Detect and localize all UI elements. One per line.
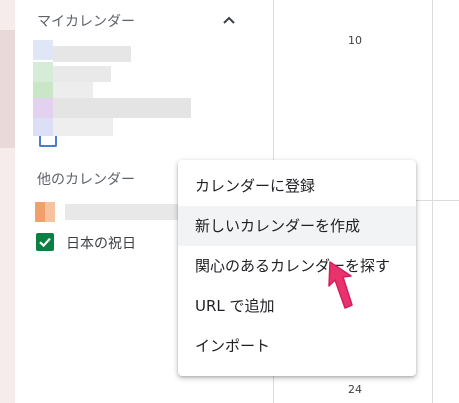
add-calendar-menu: カレンダーに登録 新しいカレンダーを作成 関心のあるカレンダーを探す URL で… [178, 160, 416, 376]
menu-item-subscribe[interactable]: カレンダーに登録 [178, 166, 416, 206]
my-calendars-title[interactable]: マイカレンダー [37, 11, 135, 31]
arrow-cursor-icon [328, 261, 353, 309]
check-icon[interactable] [36, 233, 54, 251]
chevron-up-icon[interactable] [221, 12, 237, 28]
calendar-checkbox-partial[interactable] [39, 136, 57, 147]
holiday-calendar-label: 日本の祝日 [66, 236, 136, 252]
left-edge-strip [0, 0, 15, 403]
menu-item-browse-interest[interactable]: 関心のあるカレンダーを探す [178, 246, 416, 286]
grid-column-line [432, 0, 433, 403]
menu-item-create-new[interactable]: 新しいカレンダーを作成 [178, 206, 416, 246]
date-number[interactable]: 10 [348, 34, 362, 47]
menu-item-from-url[interactable]: URL で追加 [178, 286, 416, 326]
other-calendars-title[interactable]: 他のカレンダー [37, 169, 135, 189]
date-number[interactable]: 24 [348, 383, 362, 396]
menu-item-import[interactable]: インポート [178, 326, 416, 366]
left-edge-shade [0, 30, 15, 148]
